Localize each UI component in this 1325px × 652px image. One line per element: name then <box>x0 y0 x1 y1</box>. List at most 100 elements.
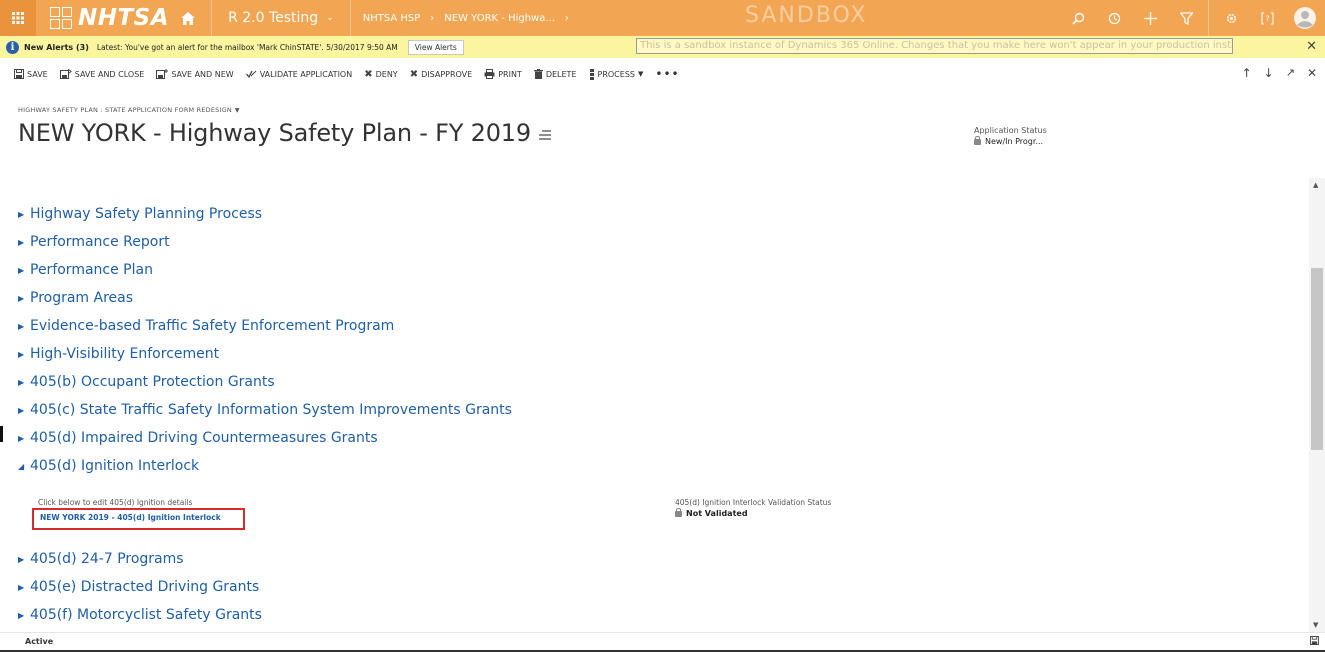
section-405d-impaired-driving[interactable]: ▶ 405(d) Impaired Driving Countermeasure… <box>18 430 378 446</box>
app-launcher-icon[interactable] <box>0 0 36 36</box>
application-status-text: New/In Progr... <box>985 137 1044 146</box>
top-icons: ? <box>1060 0 1325 36</box>
section-evidence-based-enforcement[interactable]: ▶ Evidence-based Traffic Safety Enforcem… <box>18 318 394 334</box>
scroll-up-icon[interactable]: ▲ <box>1313 181 1318 189</box>
process-label: PROCESS <box>597 69 635 79</box>
info-icon: i <box>6 40 19 54</box>
save-and-close-button[interactable]: SAVE AND CLOSE <box>59 69 144 79</box>
caret-right-icon: ▶ <box>18 433 25 443</box>
section-label: Performance Report <box>30 234 170 250</box>
validate-application-button[interactable]: VALIDATE APPLICATION <box>245 69 353 79</box>
close-icon[interactable]: ✕ <box>1307 66 1317 80</box>
sandbox-watermark: SANDBOX <box>745 3 868 28</box>
sandbox-notice: This is a sandbox instance of Dynamics 3… <box>636 38 1233 54</box>
section-label: 405(f) Motorcyclist Safety Grants <box>30 607 262 623</box>
application-status-field: Application Status New/In Progr... <box>974 126 1047 146</box>
save-new-icon <box>156 69 169 79</box>
section-405f-motorcyclist-safety[interactable]: ▶ 405(f) Motorcyclist Safety Grants <box>18 607 262 623</box>
more-commands-button[interactable]: ••• <box>655 67 679 81</box>
section-label: 405(d) 24-7 Programs <box>30 551 184 567</box>
ignition-validation-status-value: Not Validated <box>675 507 831 518</box>
section-label: Highway Safety Planning Process <box>30 206 263 222</box>
section-performance-plan[interactable]: ▶ Performance Plan <box>18 262 153 278</box>
print-icon <box>484 69 495 79</box>
caret-right-icon: ▶ <box>18 405 25 415</box>
ignition-validation-status-text: Not Validated <box>686 509 748 518</box>
section-program-areas[interactable]: ▶ Program Areas <box>18 290 133 306</box>
print-button[interactable]: PRINT <box>484 69 522 79</box>
caret-right-icon: ▶ <box>18 293 25 303</box>
disapprove-button[interactable]: ✖ DISAPPROVE <box>410 69 473 80</box>
filter-icon[interactable] <box>1168 0 1204 36</box>
form-selector-label: HIGHWAY SAFETY PLAN : STATE APPLICATION … <box>18 106 232 114</box>
section-performance-report[interactable]: ▶ Performance Report <box>18 234 170 250</box>
record-menu-icon[interactable] <box>538 129 551 143</box>
ignition-interlock-record-link[interactable]: NEW YORK 2019 - 405(d) Ignition Interloc… <box>32 508 245 530</box>
section-label: 405(b) Occupant Protection Grants <box>30 374 275 390</box>
section-405d-ignition-interlock[interactable]: ◢ 405(d) Ignition Interlock <box>18 458 199 474</box>
section-405b-occupant-protection[interactable]: ▶ 405(b) Occupant Protection Grants <box>18 374 275 390</box>
caret-right-icon: ▶ <box>18 554 25 564</box>
chevron-right-icon: › <box>564 12 569 24</box>
area-label: R 2.0 Testing <box>228 10 319 26</box>
area-selector[interactable]: R 2.0 Testing ⌄ <box>218 10 344 26</box>
save-and-new-button[interactable]: SAVE AND NEW <box>156 69 234 79</box>
breadcrumb-item-record[interactable]: NEW YORK - Highwa... <box>444 13 555 24</box>
breadcrumb-item-hsp[interactable]: NHTSA HSP <box>363 13 421 24</box>
help-icon[interactable]: ? <box>1249 0 1285 36</box>
record-title-text: NEW YORK - Highway Safety Plan - FY 2019 <box>18 119 531 147</box>
caret-right-icon: ▶ <box>18 237 25 247</box>
scroll-down-icon[interactable]: ▼ <box>1313 621 1318 629</box>
alert-text: Latest: You've got an alert for the mail… <box>96 42 398 52</box>
view-alerts-button[interactable]: View Alerts <box>407 39 464 55</box>
section-405d-24-7-programs[interactable]: ▶ 405(d) 24-7 Programs <box>18 551 184 567</box>
caret-down-icon: ▼ <box>637 70 644 78</box>
validate-label: VALIDATE APPLICATION <box>259 69 353 79</box>
application-status-label: Application Status <box>974 126 1047 135</box>
search-icon[interactable] <box>1060 0 1096 36</box>
record-navigation: ↑ ↓ ↗ ✕ <box>1242 66 1317 80</box>
section-405e-distracted-driving[interactable]: ▶ 405(e) Distracted Driving Grants <box>18 579 259 595</box>
delete-button[interactable]: DELETE <box>533 69 577 79</box>
gear-icon[interactable] <box>1213 0 1249 36</box>
lock-icon <box>675 507 682 517</box>
scrollbar-thumb[interactable] <box>1311 268 1323 450</box>
section-high-visibility-enforcement[interactable]: ▶ High-Visibility Enforcement <box>18 346 219 362</box>
save-icon[interactable] <box>1310 636 1319 648</box>
breadcrumb: NHTSA HSP › NEW YORK - Highwa... › <box>357 13 575 24</box>
user-avatar[interactable] <box>1285 0 1325 36</box>
trash-icon <box>533 69 543 79</box>
section-label: 405(e) Distracted Driving Grants <box>30 579 260 595</box>
arrow-up-icon[interactable]: ↑ <box>1242 66 1252 80</box>
nhtsa-logo[interactable]: NHTSA <box>36 0 205 36</box>
top-navigation-bar: NHTSA R 2.0 Testing ⌄ NHTSA HSP › NEW YO… <box>0 0 1325 36</box>
process-button[interactable]: PROCESS ▼ <box>589 68 644 80</box>
form-selector[interactable]: HIGHWAY SAFETY PLAN : STATE APPLICATION … <box>18 106 551 114</box>
vertical-scrollbar[interactable]: ▲ ▼ <box>1309 178 1325 632</box>
history-icon[interactable] <box>1096 0 1132 36</box>
expand-icon[interactable]: ↗ <box>1286 66 1295 80</box>
alert-title[interactable]: New Alerts (3) <box>24 43 89 52</box>
save-new-label: SAVE AND NEW <box>171 69 234 79</box>
form-sections: ▶ Highway Safety Planning Process ▶ Perf… <box>0 178 1309 632</box>
section-label: Evidence-based Traffic Safety Enforcemen… <box>30 318 395 334</box>
record-status: Active <box>25 637 54 646</box>
caret-right-icon: ▶ <box>18 610 25 620</box>
section-highway-safety-planning-process[interactable]: ▶ Highway Safety Planning Process <box>18 206 262 222</box>
home-icon[interactable] <box>181 11 196 25</box>
plus-icon[interactable] <box>1132 0 1168 36</box>
disapprove-label: DISAPPROVE <box>421 69 473 79</box>
delete-label: DELETE <box>545 69 577 79</box>
arrow-down-icon[interactable]: ↓ <box>1264 66 1274 80</box>
logo-text: NHTSA <box>78 5 170 31</box>
divider <box>349 0 351 36</box>
section-405c-traffic-safety-info[interactable]: ▶ 405(c) State Traffic Safety Informatio… <box>18 402 512 418</box>
close-icon[interactable]: ✕ <box>1306 39 1317 54</box>
section-label: High-Visibility Enforcement <box>30 346 220 362</box>
section-label: Performance Plan <box>30 262 153 278</box>
section-label: Program Areas <box>30 290 134 306</box>
caret-right-icon: ▶ <box>18 582 25 592</box>
save-button[interactable]: SAVE <box>14 69 48 79</box>
caret-down-icon: ▼ <box>234 106 240 114</box>
deny-button[interactable]: ✖ DENY <box>364 69 397 80</box>
